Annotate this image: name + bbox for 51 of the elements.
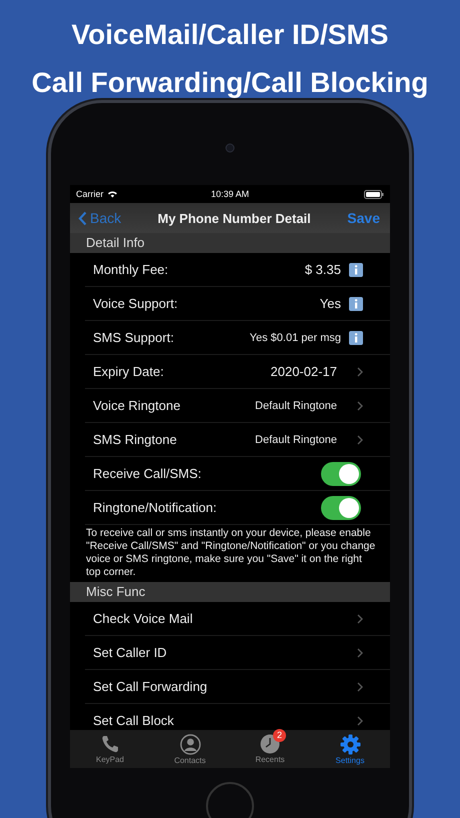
headline: Call Forwarding/Call Blocking [32, 66, 428, 100]
back-chevron-icon [78, 210, 87, 226]
status-time: 10:39 AM [210, 189, 250, 199]
row-value: Yes [320, 296, 341, 311]
row-value: Default Ringtone [255, 400, 337, 412]
person-icon [180, 734, 200, 754]
row-label: Set Call Block [93, 713, 175, 728]
nav-title: My Phone Number Detail [158, 210, 311, 226]
tab[interactable]: Contacts [150, 730, 230, 768]
chevron-icon [357, 400, 363, 410]
toggle-switch[interactable] [321, 496, 361, 520]
chevron-icon [357, 366, 363, 376]
row-value: Yes $0.01 per msg [250, 332, 341, 344]
camera-icon [225, 143, 235, 153]
info-icon[interactable] [349, 262, 363, 276]
info-icon[interactable] [349, 296, 363, 310]
tab[interactable]: 2 Recents [230, 730, 310, 768]
headline: VoiceMail/Caller ID/SMS [72, 18, 388, 52]
chevron-icon [357, 716, 363, 726]
badge: 2 [273, 729, 286, 742]
tab[interactable]: KeyPad [70, 730, 150, 768]
chevron-icon [357, 682, 363, 692]
row-label: Voice Ringtone [93, 398, 182, 413]
row-label: Ringtone/Notification: [93, 500, 218, 515]
row-label: SMS Support: [93, 330, 175, 345]
tab[interactable]: Settings [310, 730, 390, 768]
footer-note: To receive call or sms instantly on your device, please enable "Receive Call/SMS" and "Ringtone/Notification" or you change voice or SMS ringtone, make sure you "Save" it on the right top corner. [85, 526, 376, 580]
row-label: SMS Ringtone [93, 432, 178, 447]
battery-icon [364, 190, 384, 198]
chevron-icon [357, 434, 363, 444]
row-label: Set Call Forwarding [93, 679, 208, 694]
chevron-icon [357, 614, 363, 624]
info-icon[interactable] [349, 330, 363, 344]
phone-icon [100, 734, 120, 754]
row-label: Voice Support: [93, 296, 179, 311]
chevron-icon [357, 648, 363, 658]
row-value: Default Ringtone [255, 434, 337, 446]
row-label: Monthly Fee: [93, 262, 170, 277]
row-value: $ 3.35 [304, 262, 341, 277]
back-button[interactable]: Back [78, 210, 122, 226]
row-label: Expiry Date: [93, 364, 165, 379]
row-label: Set Caller ID [93, 645, 168, 660]
carrier-label: Carrier [76, 189, 104, 199]
section-header: Misc Func [70, 582, 390, 602]
save-button[interactable]: Save [347, 210, 380, 226]
section-header: Detail Info [70, 233, 390, 253]
row-label: Receive Call/SMS: [93, 466, 202, 481]
toggle-switch[interactable] [321, 462, 361, 486]
row-value: 2020-02-17 [270, 364, 337, 379]
wifi-icon [106, 190, 118, 198]
row-label: Check Voice Mail [93, 611, 194, 626]
